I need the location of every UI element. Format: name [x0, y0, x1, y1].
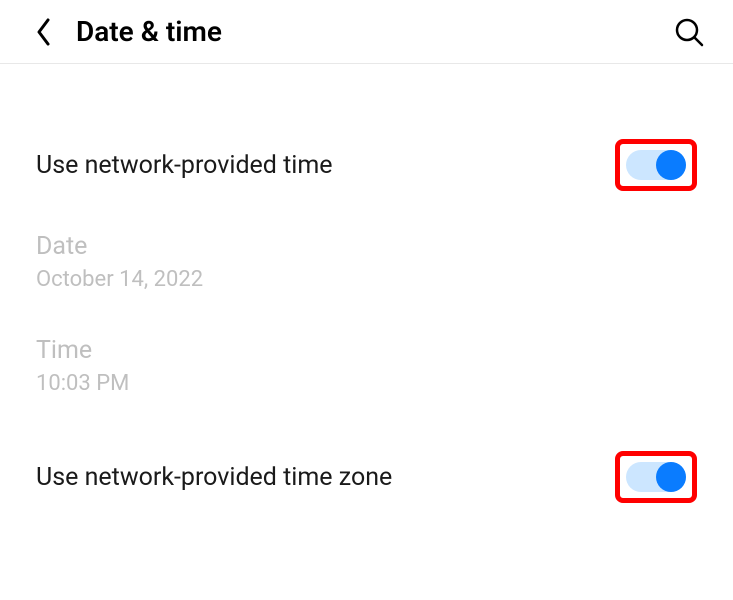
highlight-box — [615, 139, 697, 191]
search-icon — [674, 17, 704, 47]
time-value: 10:03 PM — [36, 371, 697, 396]
toggle-network-time-zone[interactable] — [626, 462, 686, 492]
row-time: Time 10:03 PM — [0, 336, 733, 396]
row-label: Use network-provided time zone — [36, 463, 392, 492]
back-button[interactable] — [24, 12, 64, 52]
time-label: Time — [36, 336, 697, 365]
header: Date & time — [0, 0, 733, 64]
toggle-knob — [656, 150, 686, 180]
row-network-time[interactable]: Use network-provided time — [0, 122, 733, 208]
search-button[interactable] — [669, 12, 709, 52]
date-value: October 14, 2022 — [36, 267, 697, 292]
toggle-container — [615, 139, 697, 191]
row-network-time-zone[interactable]: Use network-provided time zone — [0, 434, 733, 520]
row-label: Use network-provided time — [36, 151, 333, 180]
toggle-network-time[interactable] — [626, 150, 686, 180]
date-label: Date — [36, 232, 697, 261]
row-date: Date October 14, 2022 — [0, 208, 733, 292]
highlight-box — [615, 451, 697, 503]
spacer — [0, 396, 733, 434]
page-title: Date & time — [76, 15, 222, 48]
toggle-container — [615, 451, 697, 503]
content: Use network-provided time Date October 1… — [0, 64, 733, 520]
chevron-left-icon — [36, 18, 52, 46]
toggle-knob — [656, 462, 686, 492]
spacer — [0, 292, 733, 336]
